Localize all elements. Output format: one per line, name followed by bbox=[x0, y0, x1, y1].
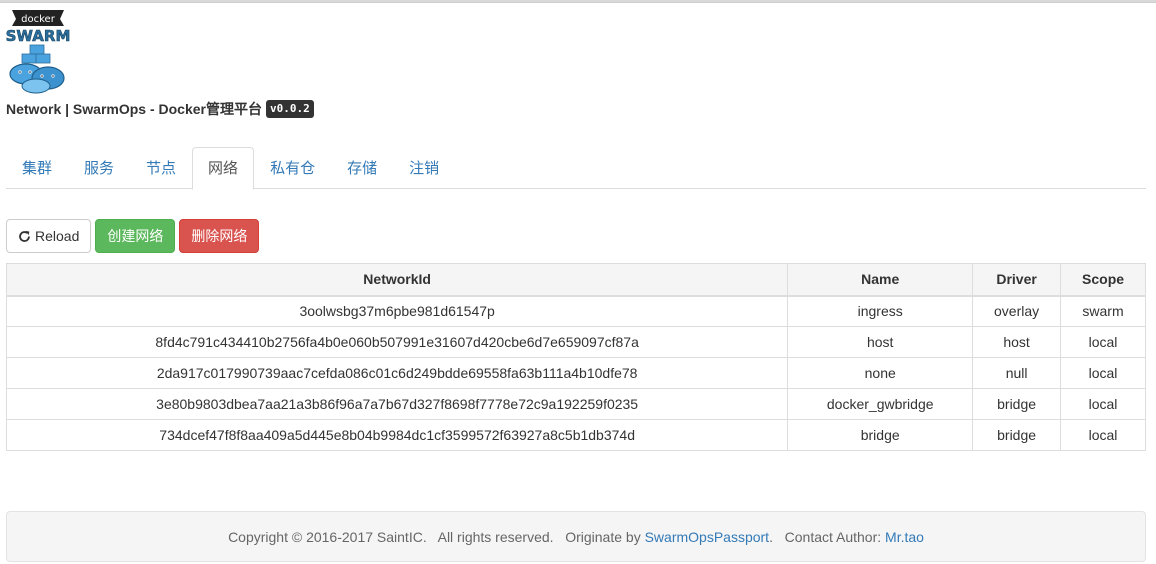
network-driver-cell: bridge bbox=[972, 388, 1062, 420]
table-row[interactable]: 3oolwsbg37m6pbe981d61547p ingress overla… bbox=[5, 295, 1146, 327]
create-network-button[interactable]: 创建网络 bbox=[95, 219, 176, 253]
network-name-cell: docker_gwbridge bbox=[787, 388, 974, 420]
logo-docker-text: docker bbox=[21, 14, 56, 25]
network-scope-cell: swarm bbox=[1060, 295, 1146, 327]
network-scope-cell: local bbox=[1060, 388, 1146, 420]
footer-contact-label: . Contact Author: bbox=[769, 528, 886, 545]
network-name-cell: ingress bbox=[787, 295, 974, 327]
tab-registry[interactable]: 私有仓 bbox=[254, 147, 331, 189]
footer-copyright: Copyright © 2016-2017 SaintIC. All right… bbox=[228, 528, 645, 545]
column-header-scope[interactable]: Scope bbox=[1060, 263, 1146, 297]
logo-swarm-text: SWARM bbox=[6, 27, 70, 45]
table-header-row: NetworkId Name Driver Scope bbox=[5, 263, 1146, 297]
network-driver-cell: overlay bbox=[972, 295, 1062, 327]
column-header-networkid[interactable]: NetworkId bbox=[5, 263, 789, 297]
passport-link[interactable]: Passport bbox=[714, 529, 769, 545]
author-link[interactable]: Mr.tao bbox=[885, 529, 924, 545]
nav-tabs: 集群 服务 节点 网络 私有仓 存储 注销 bbox=[6, 147, 1146, 190]
create-network-label: 创建网络 bbox=[107, 228, 164, 244]
footer: Copyright © 2016-2017 SaintIC. All right… bbox=[6, 511, 1146, 562]
network-id-cell: 8fd4c791c434410b2756fa4b0e060b507991e316… bbox=[5, 326, 789, 358]
network-table: NetworkId Name Driver Scope 3oolwsbg37m6… bbox=[5, 263, 1146, 451]
delete-network-label: 删除网络 bbox=[191, 228, 248, 244]
tab-storage[interactable]: 存储 bbox=[331, 147, 393, 189]
version-badge: v0.0.2 bbox=[265, 100, 314, 118]
network-name-cell: none bbox=[787, 357, 974, 389]
network-driver-cell: host bbox=[972, 326, 1062, 358]
top-border bbox=[0, 0, 1156, 3]
refresh-icon bbox=[19, 230, 30, 242]
tab-logout[interactable]: 注销 bbox=[393, 147, 455, 189]
table-row[interactable]: 8fd4c791c434410b2756fa4b0e060b507991e316… bbox=[5, 326, 1146, 358]
column-header-driver[interactable]: Driver bbox=[972, 263, 1062, 297]
reload-button[interactable]: Reload bbox=[6, 219, 92, 253]
network-name-cell: host bbox=[787, 326, 974, 358]
network-scope-cell: local bbox=[1060, 357, 1146, 389]
network-id-cell: 3oolwsbg37m6pbe981d61547p bbox=[5, 295, 789, 327]
column-header-name[interactable]: Name bbox=[787, 263, 974, 297]
table-row[interactable]: 734dcef47f8f8aa409a5d445e8b04b9984dc1cf3… bbox=[5, 419, 1146, 451]
tab-cluster[interactable]: 集群 bbox=[6, 147, 68, 189]
delete-network-button[interactable]: 删除网络 bbox=[179, 219, 260, 253]
network-name-cell: bridge bbox=[787, 419, 974, 451]
network-driver-cell: null bbox=[972, 357, 1062, 389]
table-row[interactable]: 2da917c017990739aac7cefda086c01c6d249bdd… bbox=[5, 357, 1146, 389]
tab-network[interactable]: 网络 bbox=[192, 147, 255, 190]
page-title: Network | SwarmOps - Docker管理平台 bbox=[6, 101, 262, 117]
tab-services[interactable]: 服务 bbox=[68, 147, 130, 189]
network-driver-cell: bridge bbox=[972, 419, 1062, 451]
tab-nodes[interactable]: 节点 bbox=[130, 147, 192, 189]
network-scope-cell: local bbox=[1060, 419, 1146, 451]
table-row[interactable]: 3e80b9803dbea7aa21a3b86f96a7a7b67d327f86… bbox=[5, 388, 1146, 420]
swarmops-link[interactable]: SwarmOps bbox=[645, 529, 714, 545]
page-header: Network | SwarmOps - Docker管理平台 v0.0.2 bbox=[6, 98, 314, 120]
network-id-cell: 2da917c017990739aac7cefda086c01c6d249bdd… bbox=[5, 357, 789, 389]
reload-label: Reload bbox=[35, 228, 80, 244]
network-scope-cell: local bbox=[1060, 326, 1146, 358]
docker-swarm-logo: docker SWARM bbox=[5, 6, 71, 94]
network-id-cell: 734dcef47f8f8aa409a5d445e8b04b9984dc1cf3… bbox=[5, 419, 789, 451]
network-id-cell: 3e80b9803dbea7aa21a3b86f96a7a7b67d327f86… bbox=[5, 388, 789, 420]
toolbar: Reload 创建网络 删除网络 bbox=[6, 219, 260, 253]
